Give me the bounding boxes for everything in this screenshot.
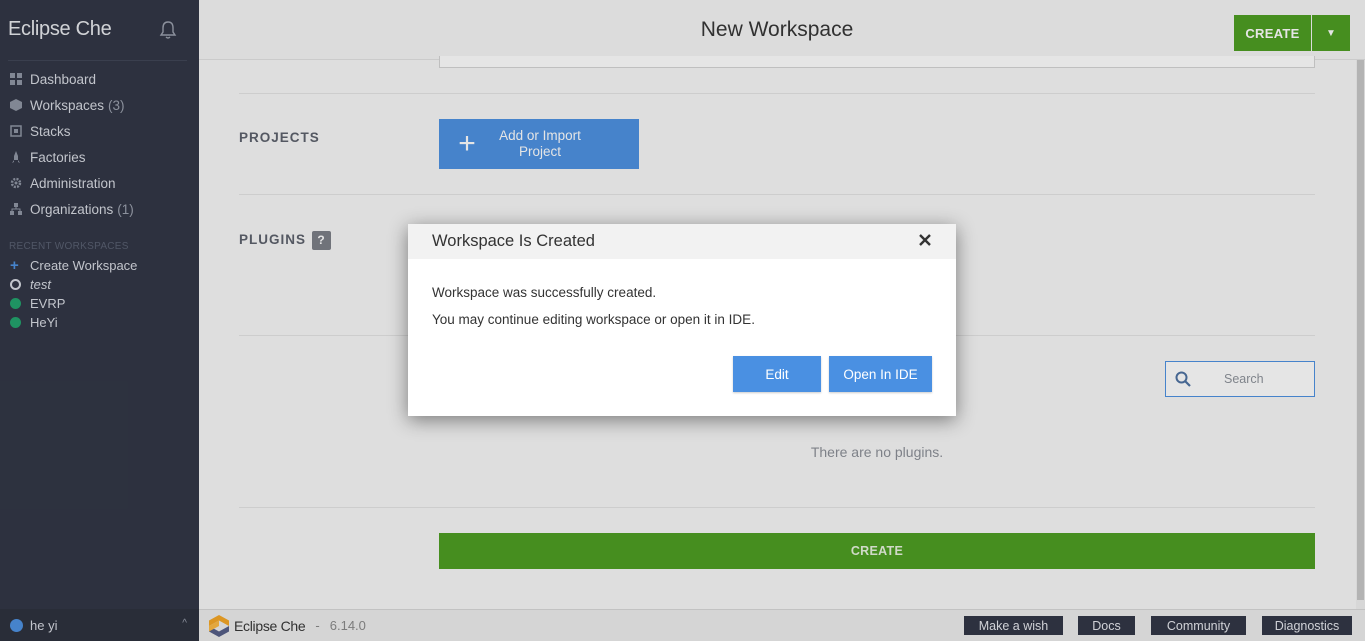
close-icon[interactable] — [918, 233, 932, 247]
dialog-message-line2: You may continue editing workspace or op… — [432, 312, 755, 327]
dialog-body: Workspace was successfully created. You … — [408, 259, 956, 327]
dialog-title: Workspace Is Created — [432, 232, 595, 250]
dialog-actions: Edit Open In IDE — [733, 356, 932, 392]
dialog-header: Workspace Is Created — [408, 224, 956, 259]
edit-button[interactable]: Edit — [733, 356, 821, 392]
open-in-ide-button[interactable]: Open In IDE — [829, 356, 932, 392]
dialog-message-line1: Workspace was successfully created. — [432, 285, 657, 300]
workspace-created-dialog: Workspace Is Created Workspace was succe… — [408, 224, 956, 416]
